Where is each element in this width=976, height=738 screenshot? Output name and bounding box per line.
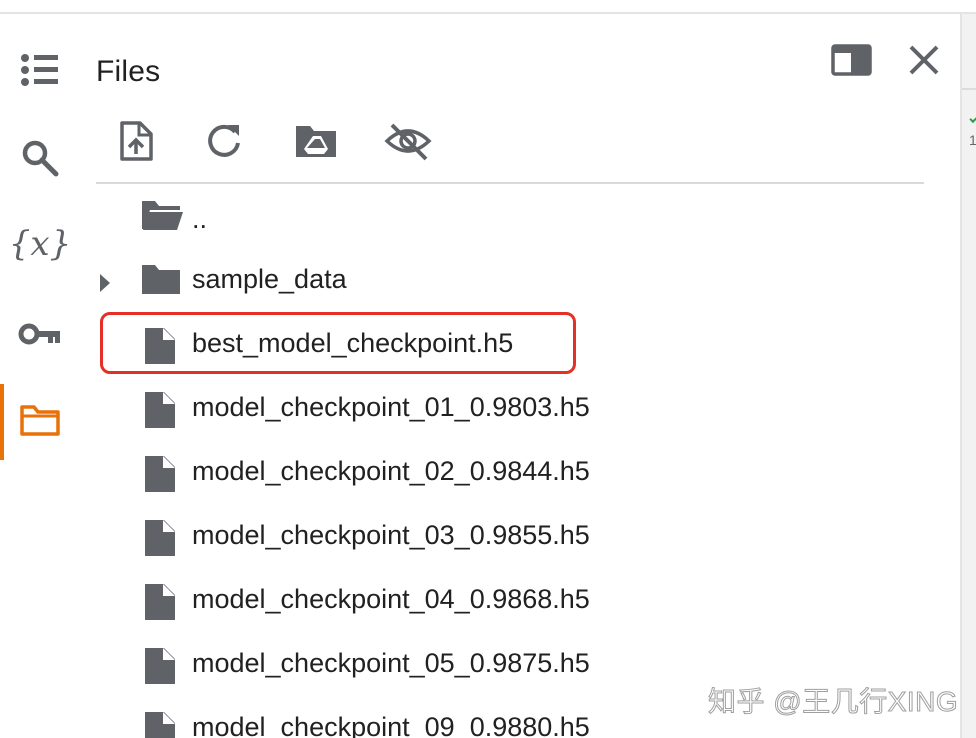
- chevron-right-icon[interactable]: [98, 272, 112, 299]
- file-icon: [143, 646, 177, 691]
- colab-files-panel: {x} Files .. sample_data best_model_chec…: [0, 0, 976, 738]
- folder-row[interactable]: sample_data: [96, 250, 924, 314]
- search-icon: [20, 138, 60, 178]
- file-label: model_checkpoint_09_0.9880.h5: [192, 712, 590, 738]
- variables-icon: {x}: [8, 224, 72, 264]
- file-icon: [143, 518, 177, 563]
- folder-icon: [140, 262, 182, 301]
- file-label: model_checkpoint_03_0.9855.h5: [192, 520, 590, 550]
- table-of-contents-icon: [20, 53, 60, 87]
- folder-open-icon: [140, 198, 184, 237]
- file-label: model_checkpoint_02_0.9844.h5: [192, 456, 590, 486]
- file-label: model_checkpoint_05_0.9875.h5: [192, 648, 590, 678]
- notebook-edge: 1: [962, 14, 976, 738]
- files-button[interactable]: [0, 384, 80, 460]
- file-row[interactable]: model_checkpoint_02_0.9844.h5: [96, 442, 924, 506]
- open-in-tab-icon: [831, 43, 873, 82]
- highlight-annotation: [100, 312, 576, 374]
- upload-file-icon: [118, 120, 154, 167]
- folder-icon: [19, 403, 61, 437]
- mount-drive-icon: [294, 123, 338, 164]
- file-icon: [143, 390, 177, 435]
- panel-title: Files: [96, 55, 161, 88]
- key-icon: [18, 320, 62, 348]
- close-panel-button[interactable]: [902, 42, 946, 82]
- refresh-icon: [204, 121, 244, 166]
- secrets-button[interactable]: [0, 298, 80, 370]
- file-icon: [143, 582, 177, 627]
- execution-count: 1: [969, 132, 976, 148]
- table-of-contents-button[interactable]: [0, 34, 80, 106]
- file-label: model_checkpoint_04_0.9868.h5: [192, 584, 590, 614]
- file-icon: [143, 454, 177, 499]
- refresh-button[interactable]: [196, 118, 252, 168]
- hide-hidden-files-icon: [384, 121, 432, 166]
- upload-button[interactable]: [108, 118, 164, 168]
- parent-folder-label: ..: [192, 204, 208, 234]
- toggle-hidden-files-button[interactable]: [380, 118, 436, 168]
- variables-button[interactable]: {x}: [0, 208, 80, 280]
- file-row[interactable]: model_checkpoint_04_0.9868.h5: [96, 570, 924, 634]
- top-border: [0, 12, 976, 14]
- parent-folder-row[interactable]: ..: [96, 186, 924, 250]
- toolbar-divider: [96, 182, 924, 184]
- watermark: 知乎 @王几行XING: [707, 686, 959, 718]
- file-row[interactable]: model_checkpoint_01_0.9803.h5: [96, 378, 924, 442]
- open-in-tab-button[interactable]: [830, 42, 874, 82]
- notebook-edge-border: [962, 88, 976, 90]
- folder-label: sample_data: [192, 264, 347, 294]
- close-icon: [907, 43, 941, 82]
- search-button[interactable]: [0, 122, 80, 194]
- mount-drive-button[interactable]: [288, 118, 344, 168]
- file-icon: [143, 710, 177, 738]
- file-row[interactable]: model_checkpoint_03_0.9855.h5: [96, 506, 924, 570]
- check-icon: [969, 113, 976, 124]
- nav-rail: {x}: [0, 14, 80, 738]
- file-label: model_checkpoint_01_0.9803.h5: [192, 392, 590, 422]
